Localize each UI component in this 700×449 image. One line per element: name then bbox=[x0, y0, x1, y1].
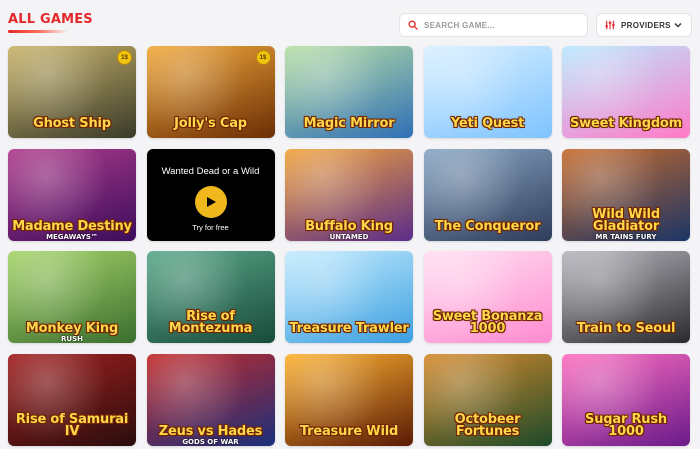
providers-label: PROVIDERS bbox=[621, 20, 671, 30]
page-title: ALL GAMES bbox=[8, 12, 93, 27]
providers-dropdown[interactable]: PROVIDERS bbox=[596, 13, 692, 37]
game-tile[interactable]: Treasure Trawler bbox=[285, 251, 413, 343]
game-tile[interactable]: Octobeer Fortunes bbox=[423, 353, 552, 446]
game-tile[interactable]: Madame Destiny MEGAWAYS™ bbox=[8, 148, 136, 241]
game-tile[interactable]: Rise of Samurai IV bbox=[8, 353, 136, 446]
chevron-down-icon bbox=[674, 23, 682, 28]
game-subtitle: UNTAMED bbox=[329, 232, 369, 241]
game-tile[interactable]: The Conqueror bbox=[423, 148, 552, 241]
game-tile[interactable]: Treasure Wild bbox=[285, 353, 413, 446]
game-tile[interactable]: Wanted Dead or a Wild Try for free bbox=[146, 148, 275, 241]
game-tile[interactable]: Sugar Rush 1000 bbox=[562, 353, 690, 446]
coin-badge: 1$ bbox=[255, 50, 271, 65]
game-title: Sweet Bonanza 1000 bbox=[432, 309, 543, 336]
sliders-icon bbox=[605, 20, 615, 30]
game-title: Wild Wild Gladiator bbox=[592, 206, 660, 234]
game-subtitle: RUSH bbox=[61, 335, 83, 343]
page-title-wrap: ALL GAMES bbox=[8, 12, 93, 33]
game-tile[interactable]: Wild Wild Gladiator MR TAINS FURY bbox=[562, 148, 690, 241]
game-subtitle: MR TAINS FURY bbox=[595, 232, 657, 241]
games-grid: Ghost Ship 1$ Jolly's Cap 1$ Magic Mirror Yet… bbox=[8, 46, 690, 446]
game-title: Rise of Montezuma bbox=[168, 309, 253, 336]
search-box[interactable] bbox=[399, 13, 588, 37]
game-tile[interactable]: Jolly's Cap 1$ bbox=[146, 46, 275, 138]
game-title: Buffalo King bbox=[305, 218, 393, 234]
game-title: Ghost Ship bbox=[33, 116, 111, 131]
game-tile[interactable]: Sweet Kingdom bbox=[562, 46, 690, 138]
game-title: Treasure Trawler bbox=[289, 321, 409, 336]
game-tile[interactable]: Sweet Bonanza 1000 bbox=[423, 251, 552, 343]
game-tile[interactable]: Buffalo King UNTAMED bbox=[285, 148, 413, 241]
play-icon[interactable] bbox=[194, 185, 227, 218]
game-tile[interactable]: Zeus vs Hades GODS OF WAR bbox=[146, 353, 275, 446]
game-title: Sugar Rush 1000 bbox=[585, 411, 667, 439]
title-underline bbox=[8, 30, 68, 33]
search-input[interactable] bbox=[424, 20, 574, 30]
game-subtitle: GODS OF WAR bbox=[182, 437, 239, 446]
game-tile[interactable]: Train to Seoul bbox=[562, 251, 690, 343]
game-title: Train to Seoul bbox=[576, 321, 676, 336]
game-title: The Conqueror bbox=[434, 218, 541, 234]
coin-badge: 1$ bbox=[117, 50, 132, 65]
game-title: Magic Mirror bbox=[303, 116, 395, 131]
game-title: Rise of Samurai IV bbox=[15, 411, 129, 439]
game-title: Jolly's Cap bbox=[174, 116, 247, 131]
game-title: Octobeer Fortunes bbox=[454, 411, 521, 439]
game-title: Treasure Wild bbox=[299, 423, 399, 439]
game-subtitle: MEGAWAYS™ bbox=[46, 232, 98, 241]
video-title: Wanted Dead or a Wild bbox=[161, 165, 260, 177]
try-free-label: Try for free bbox=[192, 222, 229, 232]
header: ALL GAMES PROVIDERS bbox=[0, 0, 700, 44]
search-icon bbox=[408, 20, 418, 30]
game-tile[interactable]: Ghost Ship 1$ bbox=[8, 46, 136, 138]
game-tile[interactable]: Monkey King RUSH bbox=[8, 251, 136, 343]
game-tile[interactable]: Yeti Quest bbox=[423, 46, 552, 138]
game-title: Sweet Kingdom bbox=[569, 116, 683, 131]
game-tile[interactable]: Magic Mirror bbox=[285, 46, 413, 138]
game-title: Zeus vs Hades bbox=[158, 423, 263, 439]
game-title: Yeti Quest bbox=[450, 116, 525, 131]
game-title: Madame Destiny bbox=[12, 218, 132, 234]
game-tile[interactable]: Rise of Montezuma bbox=[146, 251, 275, 343]
game-title: Monkey King bbox=[25, 321, 119, 336]
